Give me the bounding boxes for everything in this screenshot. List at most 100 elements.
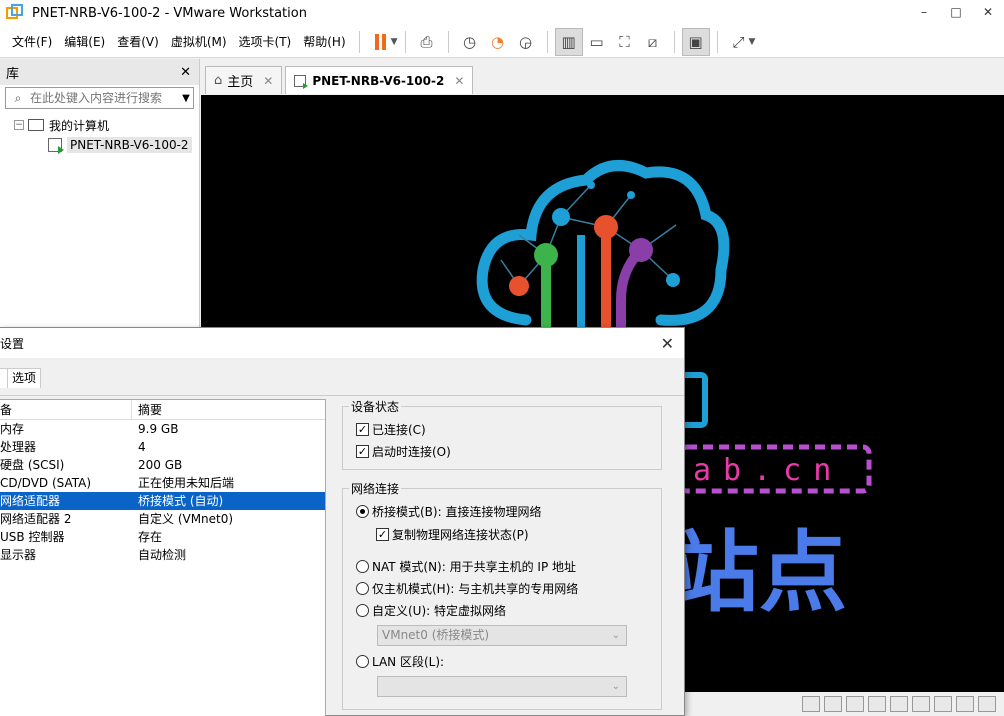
device-row-memory[interactable]: 内存 9.9 GB: [0, 420, 325, 438]
custom-radio[interactable]: 自定义(U): 特定虚拟网络: [356, 602, 506, 619]
device-name: 网络适配器: [0, 494, 61, 508]
bridged-radio[interactable]: 桥接模式(B): 直接连接物理网络: [356, 503, 541, 520]
vm-tab-icon: [294, 74, 309, 89]
close-window-button[interactable]: ✕: [972, 0, 1004, 26]
maximize-button[interactable]: □: [940, 0, 972, 26]
replicate-state-checkbox[interactable]: ✓ 复制物理网络连接状态(P): [376, 526, 529, 543]
radio-icon: [356, 604, 369, 617]
replicate-state-label: 复制物理网络连接状态(P): [392, 528, 529, 542]
radio-icon: [356, 655, 369, 668]
connected-checkbox[interactable]: ✓ 已连接(C): [356, 421, 426, 438]
computer-icon: [28, 119, 44, 131]
snapshot-manager-button[interactable]: ◶: [512, 28, 540, 56]
column-summary[interactable]: 摘要: [132, 400, 162, 419]
fullscreen-button[interactable]: ⛶: [611, 28, 639, 56]
snapshot-button[interactable]: ◷: [456, 28, 484, 56]
device-name: 处理器: [0, 440, 37, 454]
device-row-usb[interactable]: USB 控制器 存在: [0, 528, 325, 546]
device-name: 硬盘 (SCSI): [0, 458, 65, 472]
library-close-button[interactable]: ✕: [180, 65, 191, 80]
device-row-display[interactable]: 显示器 自动检测: [0, 546, 325, 564]
network-status-icon[interactable]: [846, 696, 864, 712]
hdd-status-icon[interactable]: [802, 696, 820, 712]
network-connection-group: 网络连接 桥接模式(B): 直接连接物理网络 ✓ 复制物理网络连接状态(P) N…: [342, 480, 662, 710]
lan-segment-select[interactable]: ⌄: [377, 676, 627, 697]
vm-cn-text: 站点: [671, 521, 847, 624]
column-device[interactable]: 备: [0, 400, 132, 419]
menu-help[interactable]: 帮助(H): [297, 27, 351, 57]
library-title: 库: [6, 66, 20, 82]
custom-network-select[interactable]: VMnet0 (桥接模式) ⌄: [377, 625, 627, 646]
device-row-network-adapter[interactable]: 网络适配器 桥接模式 (自动): [0, 492, 325, 510]
show-library-button[interactable]: ▥: [554, 27, 583, 56]
pause-dropdown-icon[interactable]: ▼: [391, 37, 398, 47]
radio-selected-icon: [356, 505, 369, 518]
tab-home-close-icon[interactable]: ✕: [263, 74, 273, 88]
menu-view[interactable]: 查看(V): [111, 27, 165, 57]
send-ctrl-alt-del-button[interactable]: ⎙: [413, 28, 441, 56]
thumbnail-bar-button[interactable]: ▭: [583, 28, 611, 56]
device-row-cdrom[interactable]: CD/DVD (SATA) 正在使用未知后端: [0, 474, 325, 492]
device-row-network-adapter-2[interactable]: 网络适配器 2 自定义 (VMnet0): [0, 510, 325, 528]
device-list: 备 摘要 内存 9.9 GB 处理器 4 硬盘 (SCSI) 200 GB CD/DV…: [0, 399, 326, 716]
usb-status-icon[interactable]: [890, 696, 908, 712]
nat-radio[interactable]: NAT 模式(N): 用于共享主机的 IP 地址: [356, 558, 576, 575]
tab-home[interactable]: ⌂ 主页 ✕: [205, 66, 283, 94]
library-search-input[interactable]: [30, 91, 179, 105]
message-status-icon[interactable]: [978, 696, 996, 712]
chevron-down-icon: ⌄: [611, 681, 620, 692]
checkbox-checked-icon: ✓: [376, 528, 389, 541]
console-view-button[interactable]: ▣: [681, 27, 710, 56]
printer-status-icon[interactable]: [934, 696, 952, 712]
tab-vm[interactable]: PNET-NRB-V6-100-2 ✕: [285, 66, 474, 94]
collapse-icon[interactable]: −: [14, 120, 24, 130]
device-summary: 自动检测: [138, 548, 187, 562]
lan-segment-radio[interactable]: LAN 区段(L):: [356, 653, 444, 670]
vmware-logo-icon: [6, 4, 24, 22]
device-summary: 4: [138, 440, 146, 454]
bridged-label: 桥接模式(B): 直接连接物理网络: [372, 505, 542, 519]
tree-item-my-computer[interactable]: − 我的计算机: [0, 115, 199, 135]
stretch-icon: ⤢: [732, 32, 745, 51]
stretch-dropdown-icon[interactable]: ▼: [749, 37, 756, 47]
radio-icon: [356, 582, 369, 595]
device-name: USB 控制器: [0, 530, 65, 544]
menu-vm[interactable]: 虚拟机(M): [165, 27, 233, 57]
home-icon: ⌂: [214, 73, 223, 88]
tab-vm-close-icon[interactable]: ✕: [454, 74, 464, 88]
device-summary: 存在: [138, 530, 163, 544]
menu-toolbar: 文件(F) 编辑(E) 查看(V) 虚拟机(M) 选项卡(T) 帮助(H) ▼ …: [0, 26, 1004, 58]
sound-status-icon[interactable]: [912, 696, 930, 712]
menu-edit[interactable]: 编辑(E): [58, 27, 111, 57]
device-row-processor[interactable]: 处理器 4: [0, 438, 325, 456]
tab-bar: ⌂ 主页 ✕ PNET-NRB-V6-100-2 ✕: [201, 63, 1004, 94]
cdrom-status-icon[interactable]: [824, 696, 842, 712]
device-summary: 9.9 GB: [138, 422, 179, 436]
tab-vm-label: PNET-NRB-V6-100-2: [312, 73, 445, 88]
revert-snapshot-button[interactable]: ◔: [484, 28, 512, 56]
tree-label-vm: PNET-NRB-V6-100-2: [67, 137, 192, 153]
host-only-label: 仅主机模式(H): 与主机共享的专用网络: [372, 582, 579, 596]
menu-file[interactable]: 文件(F): [6, 27, 58, 57]
unity-button[interactable]: ⧄: [639, 28, 667, 56]
tree-item-vm[interactable]: PNET-NRB-V6-100-2: [48, 135, 199, 155]
search-dropdown-icon[interactable]: ▼: [179, 93, 193, 104]
display-status-icon[interactable]: [956, 696, 974, 712]
custom-label: 自定义(U): 特定虚拟网络: [372, 604, 507, 618]
network2-status-icon[interactable]: [868, 696, 886, 712]
sidebar-icon: ▥: [561, 32, 576, 51]
pause-icon: [375, 33, 387, 50]
minimize-button[interactable]: –: [908, 0, 940, 26]
host-only-radio[interactable]: 仅主机模式(H): 与主机共享的专用网络: [356, 580, 578, 597]
connect-on-start-checkbox[interactable]: ✓ 启动时连接(O): [356, 443, 451, 460]
device-row-hdd[interactable]: 硬盘 (SCSI) 200 GB: [0, 456, 325, 474]
tab-options[interactable]: 选项: [7, 368, 42, 388]
thumbnail-icon: ▭: [589, 32, 604, 51]
checkbox-checked-icon: ✓: [356, 423, 369, 436]
device-summary: 200 GB: [138, 458, 183, 472]
menu-tabs[interactable]: 选项卡(T): [233, 27, 298, 57]
network-connection-title: 网络连接: [349, 480, 402, 497]
dialog-close-button[interactable]: ✕: [661, 334, 674, 353]
fullscreen-icon: ⛶: [619, 32, 630, 51]
library-search[interactable]: ⌕ ▼: [5, 87, 194, 109]
